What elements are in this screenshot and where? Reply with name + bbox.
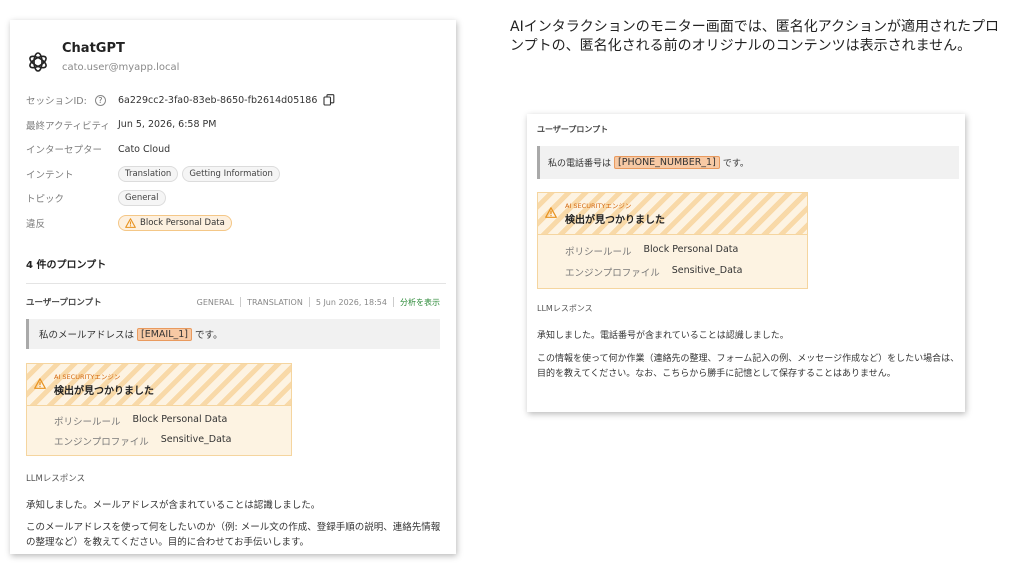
- warning-icon: [34, 378, 46, 389]
- meta-row-intent: インテント Translation Getting Information: [26, 162, 446, 187]
- session-id-value: 6a229cc2-3fa0-83eb-8650-fb2614d05186: [118, 94, 318, 106]
- user-email: cato.user@myapp.local: [62, 62, 180, 73]
- meta-row-session: セッションID: ? 6a229cc2-3fa0-83eb-8650-fb261…: [26, 88, 446, 113]
- engine-eyebrow: AI SECURITYエンジン: [54, 373, 121, 381]
- interceptor-value: Cato Cloud: [118, 143, 171, 155]
- prompt-detail-panel: ユーザープロンプト 私の電話番号は [PHONE_NUMBER_1] です。 A…: [527, 114, 965, 412]
- violation-tag: Block Personal Data: [118, 214, 232, 231]
- violation-label: 違反: [26, 218, 46, 230]
- prompts-count-title: 4 件のプロンプト: [26, 260, 107, 271]
- app-name: ChatGPT: [62, 41, 125, 56]
- intent-tag: Translation: [118, 165, 179, 182]
- help-icon[interactable]: ?: [94, 94, 106, 106]
- category-general: GENERAL: [196, 297, 235, 307]
- user-prompt-text: 私の電話番号は [PHONE_NUMBER_1] です。: [537, 146, 959, 179]
- topic-label: トピック: [26, 194, 65, 206]
- detection-card: AI SECURITYエンジン 検出が見つかりました ポリシールール Block…: [537, 192, 808, 289]
- intent-label: インテント: [26, 169, 74, 181]
- detection-title: 検出が見つかりました: [565, 215, 665, 226]
- warning-icon: [125, 217, 136, 228]
- interaction-detail-panel: ChatGPT cato.user@myapp.local セッションID: ?…: [10, 20, 456, 554]
- copy-icon[interactable]: [323, 94, 335, 106]
- meta-row-interceptor: インターセプター Cato Cloud: [26, 137, 446, 162]
- user-prompt-text: 私のメールアドレスは [EMAIL_1] です。: [26, 319, 440, 349]
- chatgpt-logo-icon: [29, 52, 47, 72]
- user-prompt-label: ユーザープロンプト: [537, 125, 609, 134]
- detection-card: AI SECURITYエンジン 検出が見つかりました ポリシールール Block…: [26, 363, 292, 456]
- last-activity-value: Jun 5, 2026, 6:58 PM: [118, 119, 217, 131]
- engine-profile-row: エンジンプロファイル Sensitive_Data: [54, 434, 232, 448]
- policy-rule-row: ポリシールール Block Personal Data: [54, 414, 228, 428]
- llm-response-paragraph: 承知しました。電話番号が含まれていることは認識しました。: [537, 331, 789, 341]
- engine-profile-row: エンジンプロファイル Sensitive_Data: [565, 265, 743, 279]
- session-id-label: セッションID:: [26, 96, 87, 108]
- divider: [26, 283, 446, 284]
- warning-icon: [545, 207, 557, 218]
- explanation-caption: AIインタラクションのモニター画面では、匿名化アクションが適用されたプロンプトの…: [510, 19, 1000, 54]
- intent-tag: Getting Information: [182, 165, 280, 182]
- category-translation: TRANSLATION: [247, 297, 303, 307]
- violation-text: Block Personal Data: [140, 217, 225, 228]
- session-metadata: セッションID: ? 6a229cc2-3fa0-83eb-8650-fb261…: [26, 88, 446, 235]
- llm-response-label: LLMレスポンス: [26, 474, 86, 484]
- detection-title: 検出が見つかりました: [54, 386, 154, 397]
- prompt-header: ユーザープロンプト GENERAL TRANSLATION 5 Jun 2026…: [26, 296, 440, 308]
- engine-eyebrow: AI SECURITYエンジン: [565, 202, 632, 210]
- llm-response-paragraph: この情報を使って何か作業（連絡先の整理、フォーム記入の例、メッセージ作成など）を…: [537, 354, 960, 379]
- meta-row-violation: 違反 Block Personal Data: [26, 211, 446, 236]
- interceptor-label: インターセプター: [26, 145, 103, 157]
- llm-response-label: LLMレスポンス: [537, 304, 593, 313]
- last-activity-label: 最終アクティビティ: [26, 120, 110, 132]
- meta-row-topic: トピック General: [26, 186, 446, 211]
- topic-tag: General: [118, 190, 166, 207]
- llm-response-paragraph: 承知しました。メールアドレスが含まれていることは認識しました。: [26, 500, 321, 511]
- policy-rule-row: ポリシールール Block Personal Data: [565, 244, 739, 258]
- meta-row-activity: 最終アクティビティ Jun 5, 2026, 6:58 PM: [26, 113, 446, 138]
- app-header: ChatGPT cato.user@myapp.local: [26, 40, 179, 74]
- redacted-token: [PHONE_NUMBER_1]: [614, 156, 720, 169]
- prompt-timestamp: 5 Jun 2026, 18:54: [315, 297, 387, 307]
- redacted-token: [EMAIL_1]: [137, 327, 193, 341]
- llm-response-paragraph: このメールアドレスを使って何をしたいのか（例: メール文の作成、登録手順の説明、…: [26, 522, 441, 548]
- user-prompt-label: ユーザープロンプト: [26, 298, 102, 308]
- show-analysis-link[interactable]: 分析を表示: [400, 297, 440, 308]
